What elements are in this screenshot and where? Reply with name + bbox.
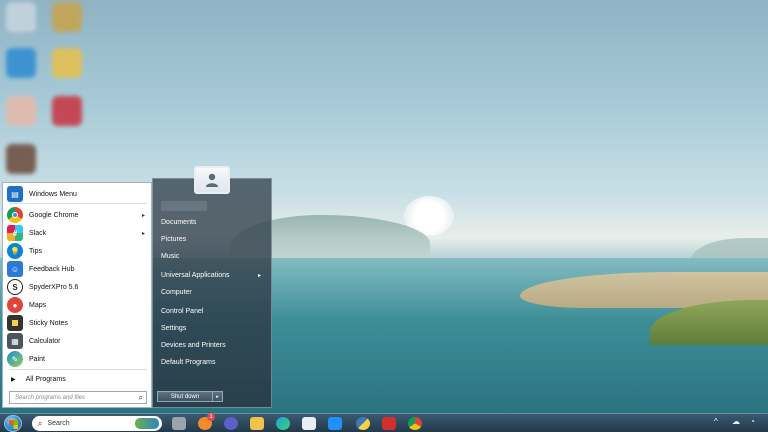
start-item-maps[interactable]: ● Maps bbox=[7, 296, 149, 314]
tray-overflow-chevron-icon[interactable]: ^ bbox=[714, 417, 718, 426]
expand-arrow-icon: ▶ bbox=[11, 376, 16, 383]
taskbar: ⌕ Search 1 ^ ☁ ◔ bbox=[0, 413, 768, 432]
start-menu-programs-pane: ▤ Windows Menu Google Chrome ▸ # Slack ▸… bbox=[2, 182, 152, 408]
sticky-notes-icon bbox=[7, 315, 23, 331]
teams-icon[interactable] bbox=[224, 417, 238, 430]
desktop-icon[interactable] bbox=[6, 48, 36, 78]
feedback-hub-icon: ☺ bbox=[7, 261, 23, 277]
edge-icon[interactable] bbox=[276, 417, 290, 430]
start-item-slack[interactable]: # Slack ▸ bbox=[7, 224, 149, 242]
start-item-calculator[interactable]: ▦ Calculator bbox=[7, 332, 149, 350]
chrome-icon bbox=[7, 207, 23, 223]
tips-icon: 💡 bbox=[7, 243, 23, 259]
maps-icon: ● bbox=[7, 297, 23, 313]
weather-app-icon[interactable] bbox=[328, 417, 342, 430]
start-item-sticky-notes[interactable]: Sticky Notes bbox=[7, 314, 149, 332]
start-link-default-programs[interactable]: Default Programs bbox=[161, 356, 265, 368]
start-link-devices-and-printers[interactable]: Devices and Printers bbox=[161, 339, 265, 351]
divider bbox=[9, 369, 147, 370]
calculator-icon: ▦ bbox=[7, 333, 23, 349]
search-highlight-image bbox=[135, 418, 159, 429]
folder-icon[interactable] bbox=[250, 417, 264, 430]
taskbar-search-box[interactable]: ⌕ Search bbox=[32, 416, 162, 431]
start-search-input[interactable]: Search programs and files ⌕ bbox=[9, 391, 147, 404]
python-icon[interactable] bbox=[356, 417, 370, 430]
start-button[interactable] bbox=[4, 415, 22, 432]
user-icon bbox=[206, 173, 218, 187]
start-item-windows-menu[interactable]: ▤ Windows Menu bbox=[7, 185, 149, 203]
search-icon[interactable]: ⌕ bbox=[139, 393, 143, 403]
user-name[interactable] bbox=[161, 201, 207, 211]
submenu-arrow-icon[interactable]: ▸ bbox=[142, 230, 145, 237]
submenu-arrow-icon[interactable]: ▸ bbox=[142, 212, 145, 219]
desktop-icon[interactable] bbox=[6, 96, 36, 126]
notification-badge: 1 bbox=[207, 413, 215, 421]
user-avatar[interactable] bbox=[194, 166, 230, 194]
windows-logo-icon bbox=[9, 420, 18, 429]
paint-icon: ✎ bbox=[7, 351, 23, 367]
start-link-control-panel[interactable]: Control Panel bbox=[161, 305, 265, 317]
start-link-music[interactable]: Music bbox=[161, 250, 265, 262]
start-item-feedback-hub[interactable]: ☺ Feedback Hub bbox=[7, 260, 149, 278]
start-link-settings[interactable]: Settings bbox=[161, 322, 265, 334]
start-menu-places-pane: Documents Pictures Music Universal Appli… bbox=[152, 178, 272, 408]
desktop-icon[interactable] bbox=[52, 96, 82, 126]
start-link-pictures[interactable]: Pictures bbox=[161, 233, 265, 245]
start-link-computer[interactable]: Computer bbox=[161, 286, 265, 298]
spyder-icon: S bbox=[7, 279, 23, 295]
file-explorer-icon[interactable] bbox=[172, 417, 186, 430]
start-link-universal-applications[interactable]: Universal Applications ▸ bbox=[161, 269, 265, 281]
shutdown-button[interactable]: Shut down bbox=[157, 391, 213, 402]
onedrive-icon[interactable]: ☁ bbox=[732, 417, 740, 426]
desktop-icon[interactable] bbox=[52, 2, 82, 32]
chrome-taskbar-icon[interactable] bbox=[408, 417, 422, 430]
start-link-documents[interactable]: Documents bbox=[161, 216, 265, 228]
notification-app-icon[interactable]: 1 bbox=[198, 413, 215, 430]
start-item-spyderxpro[interactable]: S SpyderXPro 5.6 bbox=[7, 278, 149, 296]
submenu-arrow-icon: ▸ bbox=[257, 272, 261, 279]
start-item-paint[interactable]: ✎ Paint bbox=[7, 350, 149, 368]
start-item-google-chrome[interactable]: Google Chrome ▸ bbox=[7, 206, 149, 224]
shutdown-group: Shut down ▸ bbox=[157, 391, 223, 402]
wifi-icon[interactable]: ◔ bbox=[750, 417, 755, 426]
store-icon[interactable] bbox=[302, 417, 316, 430]
slack-icon: # bbox=[7, 225, 23, 241]
search-icon: ⌕ bbox=[38, 418, 43, 428]
desktop-icon[interactable] bbox=[6, 144, 36, 174]
antivirus-icon[interactable] bbox=[382, 417, 396, 430]
divider bbox=[9, 203, 147, 204]
all-programs-button[interactable]: ▶ All Programs bbox=[11, 373, 66, 385]
desktop-icon[interactable] bbox=[52, 48, 82, 78]
desktop-icon[interactable] bbox=[6, 2, 36, 32]
windows-menu-icon: ▤ bbox=[7, 186, 23, 202]
shutdown-options-button[interactable]: ▸ bbox=[213, 391, 223, 402]
start-item-tips[interactable]: 💡 Tips bbox=[7, 242, 149, 260]
